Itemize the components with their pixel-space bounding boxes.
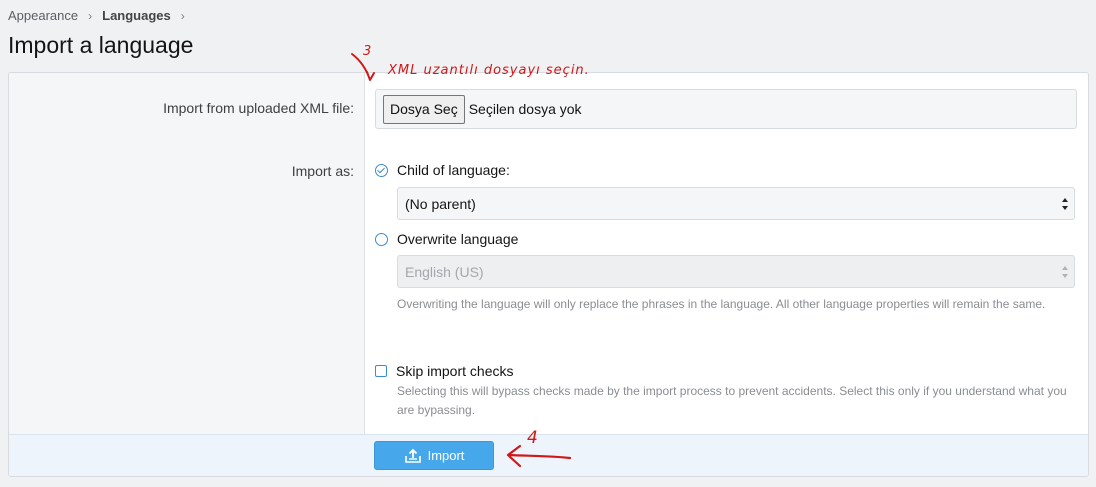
import-as-label: Import as: bbox=[291, 163, 354, 179]
skip-import-checks-label: Skip import checks bbox=[396, 363, 514, 379]
xml-file-input[interactable]: Dosya Seç Seçilen dosya yok bbox=[375, 89, 1077, 129]
overwrite-hint: Overwriting the language will only repla… bbox=[397, 297, 1046, 311]
import-form: Import from uploaded XML file: Import as… bbox=[8, 72, 1089, 477]
breadcrumb-item-languages[interactable]: Languages bbox=[102, 8, 171, 23]
annotation-step3-text: XML uzantılı dosyayı seçin. bbox=[388, 63, 590, 78]
checkbox-icon[interactable] bbox=[375, 365, 387, 377]
breadcrumb: Appearance › Languages › bbox=[8, 8, 195, 23]
chevron-right-icon: › bbox=[180, 8, 185, 23]
chevron-right-icon: › bbox=[88, 8, 93, 23]
radio-unchecked-icon[interactable] bbox=[375, 232, 388, 246]
radio-checked-icon[interactable] bbox=[375, 163, 388, 177]
overwrite-language-value: English (US) bbox=[405, 263, 484, 280]
overwrite-language-label: Overwrite language bbox=[397, 231, 519, 247]
breadcrumb-item-appearance[interactable]: Appearance bbox=[8, 8, 78, 23]
select-arrows-icon bbox=[1062, 266, 1068, 278]
skip-import-checks-checkbox[interactable]: Skip import checks bbox=[375, 363, 513, 379]
child-of-language-label: Child of language: bbox=[397, 162, 510, 178]
select-arrows-icon bbox=[1062, 198, 1068, 210]
overwrite-language-select[interactable]: English (US) bbox=[397, 255, 1075, 288]
import-button-label: Import bbox=[427, 448, 465, 463]
skip-checks-hint: Selecting this will bypass checks made b… bbox=[397, 384, 1067, 417]
page-title: Import a language bbox=[8, 32, 194, 58]
annotation-arrow-icon bbox=[351, 53, 375, 81]
form-label-column: Import from uploaded XML file: Import as… bbox=[9, 73, 365, 434]
parent-language-value: (No parent) bbox=[405, 195, 476, 212]
annotation-arrow-icon bbox=[506, 444, 572, 468]
import-button[interactable]: Import bbox=[374, 441, 494, 470]
child-of-language-radio[interactable]: Child of language: bbox=[375, 162, 510, 178]
parent-language-select[interactable]: (No parent) bbox=[397, 187, 1075, 220]
upload-icon bbox=[404, 448, 421, 463]
choose-file-button[interactable]: Dosya Seç bbox=[383, 94, 465, 124]
file-status-text: Seçilen dosya yok bbox=[468, 101, 582, 117]
overwrite-language-radio[interactable]: Overwrite language bbox=[375, 231, 518, 247]
upload-label: Import from uploaded XML file: bbox=[163, 100, 354, 116]
